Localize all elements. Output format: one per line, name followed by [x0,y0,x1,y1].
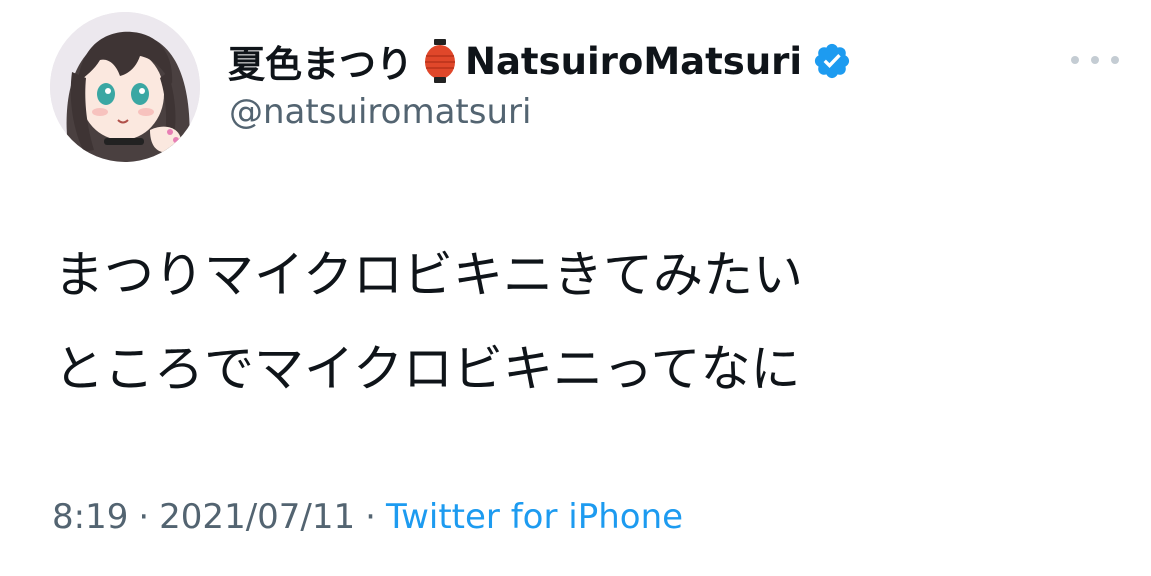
display-name-en[interactable]: NatsuiroMatsuri [465,40,802,83]
tweet-card: 夏色まつり NatsuiroMatsuri @natsuiromatsuri ま… [0,0,1151,576]
avatar-image [50,12,200,162]
tweet-time[interactable]: 8:19 [52,497,128,537]
author-name-row[interactable]: 夏色まつり NatsuiroMatsuri [228,33,852,89]
tweet-text-line: ところでマイクロビキニってなに [54,340,801,398]
display-name[interactable]: 夏色まつり [228,34,413,88]
verified-badge-icon [812,41,852,81]
meta-separator: · [138,497,150,537]
tweet-text: まつりマイクロビキニきてみたい ところでマイクロビキニってなに [54,228,803,416]
lantern-icon [423,38,457,84]
more-options-icon[interactable] [1071,46,1119,74]
avatar[interactable] [50,12,200,162]
tweet-text-line: まつりマイクロビキニきてみたい [54,246,803,304]
tweet-date[interactable]: 2021/07/11 [159,497,355,537]
meta-separator: · [365,497,376,537]
more-dot [1091,56,1099,64]
tweet-source-link[interactable]: Twitter for iPhone [386,497,683,537]
more-dot [1071,56,1079,64]
more-dot [1111,56,1119,64]
tweet-meta: 8:19 · 2021/07/11 · Twitter for iPhone [52,497,683,537]
user-handle[interactable]: @natsuiromatsuri [229,92,531,132]
